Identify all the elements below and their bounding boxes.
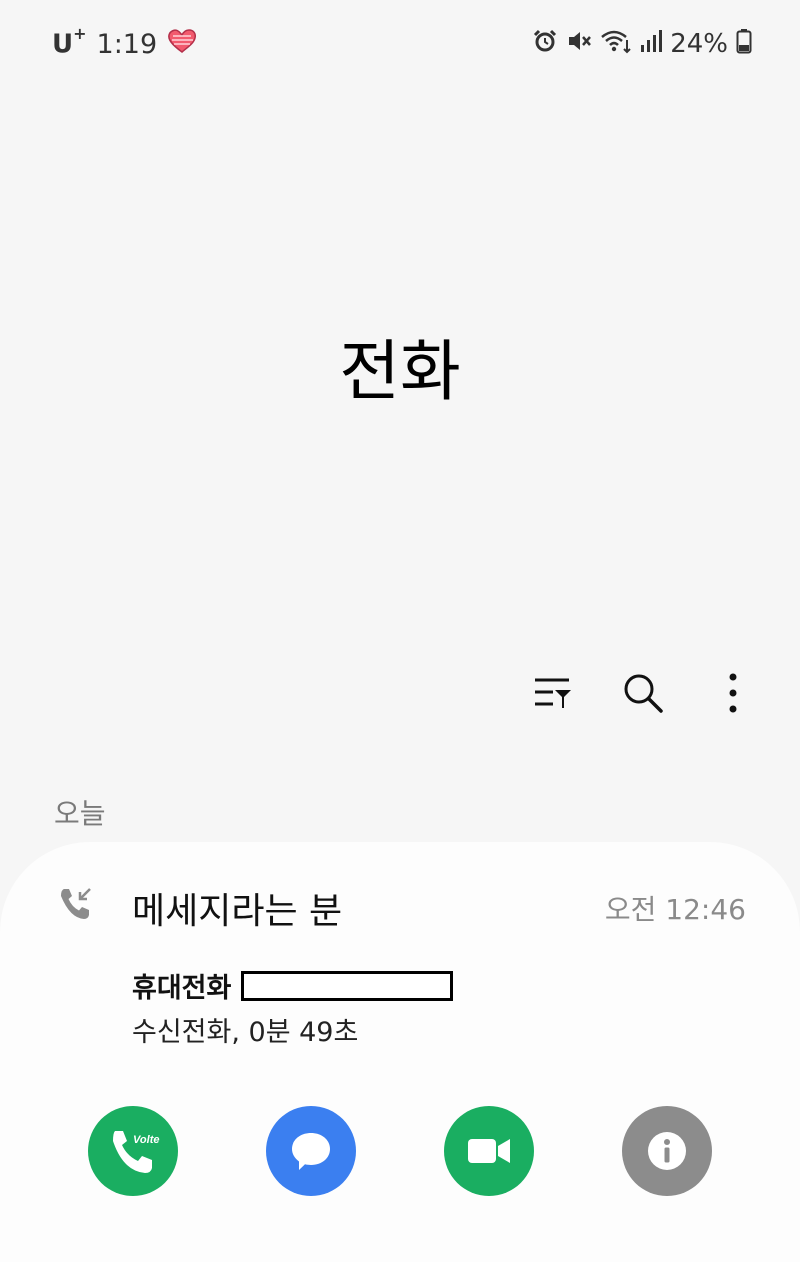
heart-sticker-icon bbox=[167, 28, 197, 61]
call-log-item[interactable]: 메세지라는 분 오전 12:46 휴대전화 수신전화, 0분 49초 Volte bbox=[0, 842, 800, 1262]
signal-icon bbox=[640, 29, 663, 60]
wifi-icon bbox=[600, 28, 632, 61]
search-icon bbox=[624, 674, 663, 713]
toolbar bbox=[526, 668, 760, 718]
message-button[interactable] bbox=[266, 1106, 356, 1196]
clock: 1:19 bbox=[96, 28, 158, 60]
call-detail: 수신전화, 0분 49초 bbox=[132, 1017, 359, 1048]
more-vertical-icon bbox=[729, 673, 737, 713]
more-options-button[interactable] bbox=[706, 668, 760, 718]
filter-button[interactable] bbox=[526, 668, 580, 718]
svg-text:Volte: Volte bbox=[133, 1134, 160, 1146]
redacted-number bbox=[241, 970, 454, 1001]
chat-bubble-icon bbox=[292, 1133, 330, 1170]
incoming-call-icon bbox=[58, 886, 94, 926]
battery-icon bbox=[736, 28, 752, 61]
alarm-icon bbox=[532, 28, 558, 61]
caller-name: 메세지라는 분 bbox=[132, 891, 343, 932]
page-title: 전화 bbox=[339, 333, 461, 410]
battery-label: 24% bbox=[670, 29, 728, 59]
search-button[interactable] bbox=[616, 668, 670, 718]
filter-list-icon bbox=[535, 678, 571, 708]
status-left: U+ 1:19 bbox=[52, 24, 197, 62]
status-right: 24% bbox=[532, 26, 752, 62]
info-icon bbox=[648, 1132, 686, 1170]
call-time: 오전 12:46 bbox=[604, 893, 746, 926]
carrier-label: U+ bbox=[52, 24, 87, 60]
section-label-today: 오늘 bbox=[54, 797, 106, 830]
video-camera-icon bbox=[468, 1139, 510, 1163]
call-button[interactable]: Volte bbox=[88, 1106, 178, 1196]
number-row: 휴대전화 bbox=[132, 966, 454, 1005]
video-call-button[interactable] bbox=[444, 1106, 534, 1196]
number-type-label: 휴대전화 bbox=[132, 973, 232, 1004]
mute-icon bbox=[566, 28, 592, 61]
status-bar: U+ 1:19 24% bbox=[0, 0, 800, 88]
details-button[interactable] bbox=[622, 1106, 712, 1196]
phone-volte-icon: Volte bbox=[113, 1131, 160, 1173]
